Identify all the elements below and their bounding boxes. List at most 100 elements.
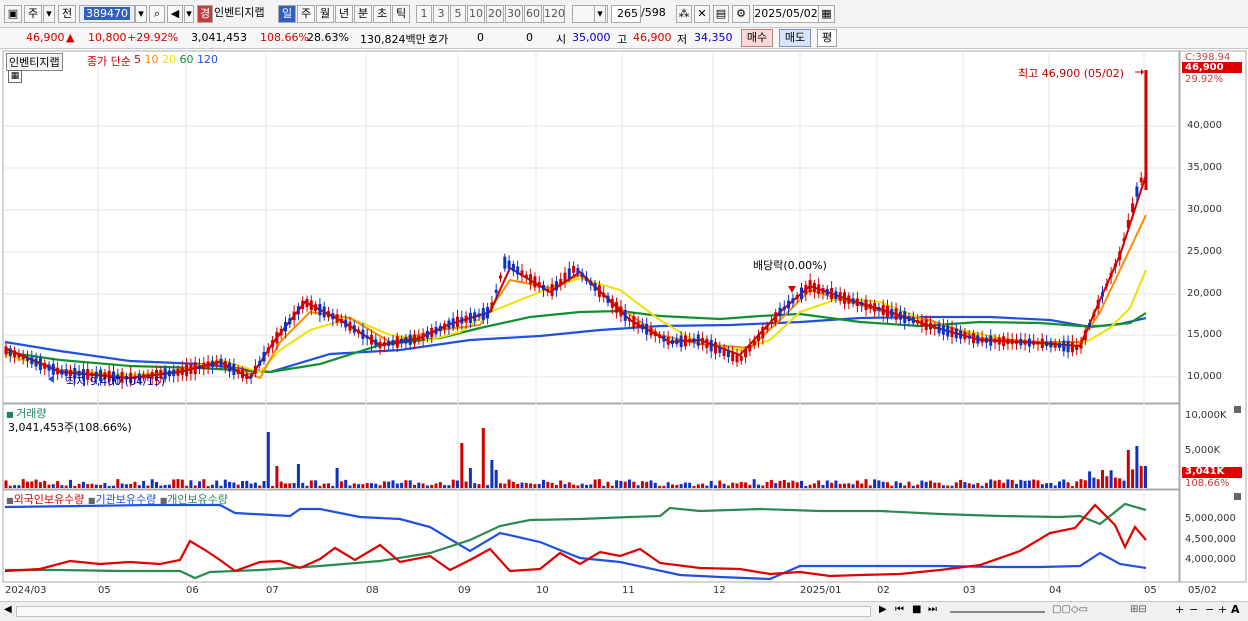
period-button-1[interactable]: 주 [297, 5, 315, 23]
candle [189, 364, 193, 374]
search-icon[interactable]: ⌕ [149, 5, 165, 23]
zoom-out-icon[interactable]: − [1189, 603, 1198, 616]
candle [344, 319, 348, 328]
quote-bar: 46,900 ▲ 10,800 +29.92% 3,041,453 108.66… [0, 28, 1248, 49]
candle [1113, 263, 1117, 268]
fast-forward-icon[interactable]: ⏭ [928, 604, 937, 615]
volume-bar [825, 480, 829, 488]
x-tick: 09 [458, 585, 471, 596]
stock-label: 인벤티지랩 [6, 53, 63, 71]
volume-bar [632, 481, 636, 488]
candle [782, 306, 786, 310]
volume-ratio: 108.66% [260, 31, 309, 44]
chevron-down-icon[interactable]: ▾ [43, 5, 55, 23]
period-button-3[interactable]: 년 [335, 5, 353, 23]
calendar-icon[interactable]: ▦ [818, 5, 835, 23]
change-amount: 10,800 [88, 31, 127, 44]
candle [989, 335, 993, 346]
interval-button-7[interactable]: 120 [543, 5, 565, 23]
drawing-tools-icon[interactable]: ▢▢◇▭ [1052, 604, 1088, 615]
volume-bar [361, 484, 365, 488]
period-button-6[interactable]: 틱 [392, 5, 410, 23]
crosshair-icon[interactable]: ✕ [694, 5, 710, 23]
y-tick: 10,000K [1185, 410, 1227, 421]
candle [718, 346, 722, 353]
stock-code-input[interactable]: 389470 [79, 5, 135, 23]
candle [997, 337, 1001, 345]
market-select[interactable]: 주 [24, 5, 42, 23]
interval-button-0[interactable]: 1 [416, 5, 432, 23]
candle [486, 306, 490, 319]
scroll-left-icon[interactable]: ◀ [4, 604, 12, 615]
font-size-icon[interactable]: A [1231, 603, 1240, 616]
prev-button[interactable]: 전 [58, 5, 76, 23]
volume-bar [477, 484, 481, 488]
interval-button-1[interactable]: 3 [433, 5, 449, 23]
speaker-icon[interactable]: ◀ [167, 5, 183, 23]
candle [352, 325, 356, 333]
scroll-right-icon[interactable]: ▶ [879, 604, 887, 615]
layout-icon[interactable]: ▣ [4, 5, 22, 23]
chevron-down-icon[interactable]: ▾ [135, 5, 147, 23]
volume-bar [769, 479, 773, 488]
volume-bar [864, 479, 868, 488]
zoom-reset-icon[interactable]: − [1205, 603, 1214, 616]
candle [817, 284, 821, 294]
interval-button-5[interactable]: 30 [505, 5, 523, 23]
volume-bar [1070, 485, 1074, 488]
volume-bar [176, 479, 180, 488]
count-input[interactable]: 265 [611, 5, 641, 23]
interval-button-2[interactable]: 5 [450, 5, 466, 23]
candle [387, 340, 391, 347]
interval-button-4[interactable]: 20 [486, 5, 504, 23]
volume-bar [249, 483, 253, 488]
candle [1092, 312, 1096, 317]
candle [722, 347, 726, 357]
rewind-icon[interactable]: ⏮ [895, 604, 904, 615]
volume-bar [1075, 481, 1079, 488]
sell-button[interactable]: 매도 [779, 29, 811, 47]
volume-bar [374, 483, 378, 488]
candle [812, 283, 816, 293]
period-button-4[interactable]: 분 [354, 5, 372, 23]
candle [176, 368, 180, 376]
volume-bar [451, 479, 455, 488]
volume-bar [365, 483, 369, 488]
candle [705, 338, 709, 349]
interval-button-6[interactable]: 60 [524, 5, 542, 23]
zoom-slider[interactable] [950, 611, 1045, 613]
zoom-in-icon[interactable]: + [1175, 603, 1184, 616]
eval-button[interactable]: 평 [817, 29, 837, 47]
candle [17, 353, 21, 358]
volume-bar [232, 482, 236, 488]
date-input[interactable]: 2025/05/02 [753, 5, 819, 23]
horizontal-scrollbar[interactable] [16, 606, 871, 617]
increase-icon[interactable]: + [1218, 603, 1227, 616]
gear-icon[interactable]: ⚙ [732, 5, 750, 23]
link-icon[interactable]: ⁂ [676, 5, 692, 23]
volume-bar [636, 485, 640, 488]
chevron-down-icon[interactable]: ▾ [594, 5, 606, 23]
volume-bar [494, 470, 498, 488]
candle [499, 275, 502, 279]
volume-bar [116, 479, 120, 488]
candle [249, 374, 253, 378]
candle [903, 311, 907, 323]
buy-button[interactable]: 매수 [741, 29, 773, 47]
interval-button-3[interactable]: 10 [467, 5, 485, 23]
period-button-5[interactable]: 초 [373, 5, 391, 23]
volume-bar [946, 485, 950, 488]
period-button-2[interactable]: 월 [316, 5, 334, 23]
volume-bar [425, 485, 429, 488]
chart-tools-icon[interactable]: ⊞⊟ [1130, 604, 1147, 615]
candle [834, 291, 838, 300]
volume-bar [266, 432, 270, 488]
chevron-down-icon[interactable]: ▾ [184, 5, 194, 23]
stop-icon[interactable]: ■ [912, 604, 921, 615]
candle [954, 328, 958, 339]
save-icon[interactable]: ▤ [713, 5, 729, 23]
volume-bar [795, 482, 799, 488]
candle [898, 311, 902, 320]
table-icon[interactable]: ▦ [8, 70, 22, 83]
period-button-0[interactable]: 일 [278, 5, 296, 23]
